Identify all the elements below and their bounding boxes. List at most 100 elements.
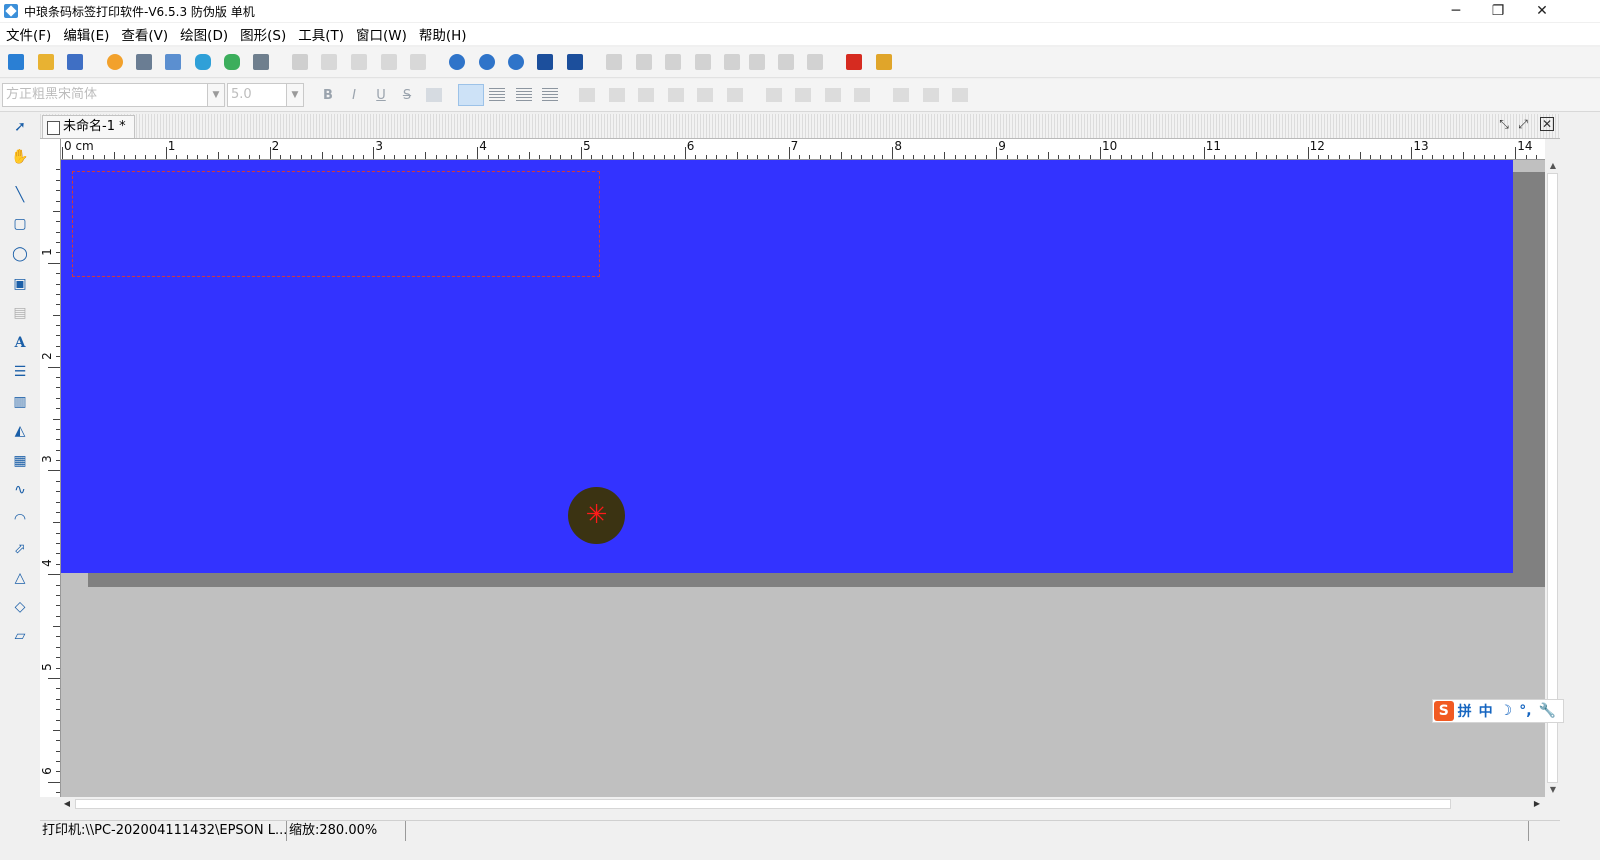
align-h-icon[interactable] <box>668 88 684 102</box>
ungroup-icon[interactable] <box>695 54 711 70</box>
menu-edit[interactable]: 编辑(E) <box>57 24 115 44</box>
same-width-icon[interactable] <box>825 88 841 102</box>
menu-view[interactable]: 查看(V) <box>115 24 174 44</box>
scroll-down-icon[interactable]: ▼ <box>1548 785 1558 795</box>
diamond-tool-icon[interactable]: ◇ <box>6 594 34 620</box>
disabled-tool-icon[interactable]: ▤ <box>6 300 34 326</box>
actual-size-icon[interactable] <box>567 54 583 70</box>
zoom-in-icon[interactable] <box>449 54 465 70</box>
polyline-tool-icon[interactable]: ⬀ <box>6 536 34 562</box>
settings-icon[interactable] <box>107 54 123 70</box>
grid-icon[interactable] <box>253 54 269 70</box>
rich-text-tool-icon[interactable]: ☰ <box>6 359 34 385</box>
close-doc-icon[interactable]: ✕ <box>1540 117 1554 131</box>
restore-doc-icon[interactable]: ⤢ <box>1515 116 1531 132</box>
rotate-180-icon[interactable] <box>923 88 939 102</box>
zoom-icon[interactable] <box>508 54 524 70</box>
menu-draw[interactable]: 绘图(D) <box>174 24 234 44</box>
menu-shape[interactable]: 图形(S) <box>234 24 292 44</box>
security-tool-icon[interactable]: ◭ <box>6 418 34 444</box>
font-size-dropdown-icon[interactable]: ▼ <box>286 83 304 107</box>
workspace[interactable]: ✳ <box>61 160 1545 797</box>
ime-mode[interactable]: 拼 <box>1458 701 1472 721</box>
horizontal-scrollbar[interactable]: ◀ ▶ <box>61 797 1545 811</box>
new-icon[interactable] <box>8 54 24 70</box>
ime-moon-icon[interactable]: ☽ <box>1500 703 1513 719</box>
label-canvas[interactable] <box>61 160 1513 573</box>
rotate-270-icon[interactable] <box>952 88 968 102</box>
tile-icon[interactable]: ⤡ <box>1496 116 1512 132</box>
minimize-button[interactable]: ─ <box>1434 0 1478 22</box>
undo-icon[interactable] <box>381 54 397 70</box>
pdf-icon[interactable] <box>846 54 862 70</box>
restore-button[interactable]: ❐ <box>1476 0 1520 22</box>
rounded-rect-tool-icon[interactable]: ▢ <box>6 211 34 237</box>
unlock-icon[interactable] <box>749 54 765 70</box>
align-middle-icon[interactable] <box>638 88 654 102</box>
justify-icon[interactable] <box>542 88 558 102</box>
same-height-icon[interactable] <box>854 88 870 102</box>
distribute-icon[interactable] <box>807 54 823 70</box>
scroll-up-icon[interactable]: ▲ <box>1548 161 1558 171</box>
redo-icon[interactable] <box>410 54 426 70</box>
align-v-icon[interactable] <box>697 88 713 102</box>
vertical-scroll-thumb[interactable] <box>1547 173 1558 783</box>
copy-icon[interactable] <box>321 54 337 70</box>
close-button[interactable]: ✕ <box>1520 0 1564 22</box>
bring-forward-icon[interactable] <box>606 54 622 70</box>
parallelogram-tool-icon[interactable]: ▱ <box>6 623 34 649</box>
align-left-icon[interactable] <box>458 84 484 106</box>
text-tool-icon[interactable]: A <box>6 330 34 356</box>
scroll-left-icon[interactable]: ◀ <box>61 797 73 811</box>
arc-tool-icon[interactable]: ◠ <box>6 506 34 532</box>
ime-tool-icon[interactable]: 🔧 <box>1539 703 1556 719</box>
database-settings-icon[interactable] <box>224 54 240 70</box>
scroll-right-icon[interactable]: ▶ <box>1531 797 1543 811</box>
print-icon[interactable] <box>136 54 152 70</box>
align-bottom-icon[interactable] <box>609 88 625 102</box>
align-icon[interactable] <box>778 54 794 70</box>
send-backward-icon[interactable] <box>636 54 652 70</box>
lock-icon[interactable] <box>724 54 740 70</box>
rotate-90-icon[interactable] <box>893 88 909 102</box>
open-icon[interactable] <box>38 54 54 70</box>
font-name-select[interactable]: 方正粗黑宋简体 <box>2 83 208 107</box>
save-icon[interactable] <box>67 54 83 70</box>
curve-tool-icon[interactable]: ∿ <box>6 477 34 503</box>
underline-button[interactable]: U <box>372 87 390 105</box>
pan-tool-icon[interactable]: ✋ <box>6 144 34 170</box>
paste-icon[interactable] <box>351 54 367 70</box>
line-tool-icon[interactable]: ╲ <box>6 182 34 208</box>
align-center-icon[interactable] <box>489 88 505 102</box>
ellipse-tool-icon[interactable]: ◯ <box>6 241 34 267</box>
menu-window[interactable]: 窗口(W) <box>350 24 413 44</box>
barcode-tool-icon[interactable]: ▥ <box>6 389 34 415</box>
align-right-icon[interactable] <box>516 88 532 102</box>
ime-lang[interactable]: 中 <box>1479 701 1493 721</box>
bold-button[interactable]: B <box>319 87 337 105</box>
font-size-select[interactable]: 5.0 <box>227 83 287 107</box>
fit-page-icon[interactable] <box>537 54 553 70</box>
ime-toolbar[interactable]: S 拼 中 ☽ °, 🔧 <box>1432 699 1564 723</box>
database-icon[interactable] <box>195 54 211 70</box>
distribute-v-icon[interactable] <box>727 88 743 102</box>
zoom-out-icon[interactable] <box>479 54 495 70</box>
select-tool-icon[interactable]: ➚ <box>6 114 34 140</box>
triangle-tool-icon[interactable]: △ <box>6 565 34 591</box>
print-preview-icon[interactable] <box>165 54 181 70</box>
menu-help[interactable]: 帮助(H) <box>413 24 473 44</box>
align-top-icon[interactable] <box>579 88 595 102</box>
document-tab[interactable]: 未命名-1 * <box>42 115 135 138</box>
group-icon[interactable] <box>665 54 681 70</box>
strikethrough-button[interactable]: S <box>398 87 416 105</box>
font-name-dropdown-icon[interactable]: ▼ <box>207 83 225 107</box>
menu-tools[interactable]: 工具(T) <box>292 24 350 44</box>
ime-punct[interactable]: °, <box>1519 703 1531 719</box>
text-style-icon[interactable] <box>426 88 442 102</box>
horizontal-scroll-thumb[interactable] <box>75 799 1451 809</box>
cut-icon[interactable] <box>292 54 308 70</box>
italic-button[interactable]: I <box>345 87 363 105</box>
ime-logo[interactable]: S <box>1434 701 1454 721</box>
qrcode-tool-icon[interactable]: ▦ <box>6 448 34 474</box>
center-v-icon[interactable] <box>795 88 811 102</box>
